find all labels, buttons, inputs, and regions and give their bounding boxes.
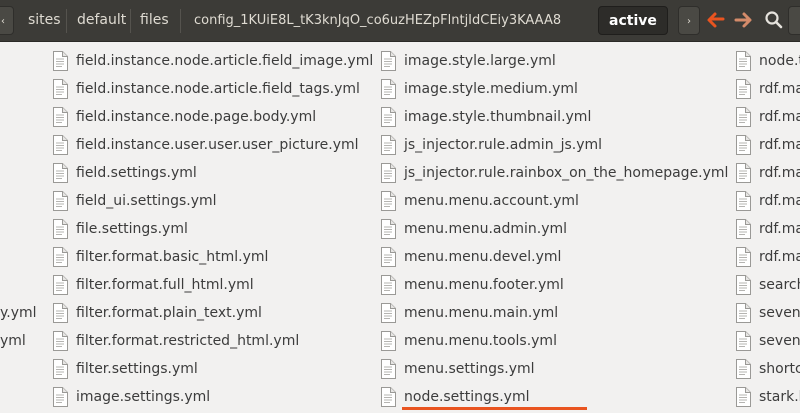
text-file-icon xyxy=(53,247,68,267)
text-file-icon xyxy=(53,219,68,239)
breadcrumb-files[interactable]: files xyxy=(140,6,169,35)
chevron-left-icon: ‹ xyxy=(1,16,5,27)
file-name: file.settings.yml xyxy=(76,221,188,237)
breadcrumb-separator xyxy=(130,9,131,33)
text-file-icon xyxy=(736,275,751,295)
file-name: image.style.medium.yml xyxy=(404,81,578,97)
text-file-icon xyxy=(736,331,751,351)
text-file-icon xyxy=(381,359,396,379)
file-name: image.style.large.yml xyxy=(404,53,556,69)
file-name: search xyxy=(759,277,800,293)
file-name: field.instance.node.article.field_tags.y… xyxy=(76,81,360,97)
file-name: filter.format.basic_html.yml xyxy=(76,249,269,265)
file-name: shortc xyxy=(759,361,800,377)
text-file-icon xyxy=(736,359,751,379)
text-file-icon xyxy=(53,331,68,351)
breadcrumb-config-folder[interactable]: config_1KUiE8L_tK3knJqO_co6uzHEZpFlntjId… xyxy=(194,6,561,35)
file-name: menu.menu.footer.yml xyxy=(404,277,564,293)
file-name: field_ui.settings.yml xyxy=(76,193,217,209)
text-file-icon xyxy=(736,51,751,71)
text-file-icon xyxy=(381,163,396,183)
text-file-icon xyxy=(53,387,68,407)
file-name: menu.menu.tools.yml xyxy=(404,333,557,349)
text-file-icon xyxy=(736,107,751,127)
file-name: image.style.thumbnail.yml xyxy=(404,109,592,125)
text-file-icon xyxy=(381,191,396,211)
text-file-icon xyxy=(53,163,68,183)
breadcrumb-default[interactable]: default xyxy=(77,6,126,35)
text-file-icon xyxy=(381,247,396,267)
partial-toolbar-button[interactable] xyxy=(788,6,800,35)
text-file-icon xyxy=(736,135,751,155)
text-file-icon xyxy=(381,107,396,127)
text-file-icon xyxy=(381,275,396,295)
text-file-icon xyxy=(381,219,396,239)
file-grid: y.yml yml field.instance.node.article.fiel… xyxy=(0,42,800,413)
text-file-icon xyxy=(53,191,68,211)
back-icon[interactable] xyxy=(705,10,725,30)
file-name: rdf.ma xyxy=(759,109,800,125)
chevron-right-icon: › xyxy=(687,16,691,27)
file-name: menu.menu.admin.yml xyxy=(404,221,568,237)
file-name: js_injector.rule.rainbox_on_the_homepage… xyxy=(404,165,729,181)
text-file-icon xyxy=(736,191,751,211)
forward-icon[interactable] xyxy=(734,10,754,30)
file-name: menu.menu.main.yml xyxy=(404,305,559,321)
text-file-icon xyxy=(53,107,68,127)
file-name: rdf.ma xyxy=(759,137,800,153)
file-name: filter.settings.yml xyxy=(76,361,198,377)
text-file-icon xyxy=(736,163,751,183)
file-name: field.settings.yml xyxy=(76,165,197,181)
text-file-icon xyxy=(381,387,396,407)
file-name: seven. xyxy=(759,333,800,349)
path-scroll-right-button[interactable]: › xyxy=(678,6,700,35)
file-name: field.instance.node.article.field_image.… xyxy=(76,53,374,69)
text-file-icon xyxy=(381,51,396,71)
text-file-icon xyxy=(736,387,751,407)
file-name: rdf.ma xyxy=(759,193,800,209)
text-file-icon xyxy=(53,303,68,323)
file-name: rdf.ma xyxy=(759,249,800,265)
file-name: image.settings.yml xyxy=(76,389,211,405)
breadcrumb-active[interactable]: active xyxy=(598,6,668,35)
file-name: node.t xyxy=(759,53,800,69)
text-file-icon xyxy=(381,135,396,155)
path-scroll-left-button[interactable]: ‹ xyxy=(0,6,14,35)
text-file-icon xyxy=(736,79,751,99)
text-file-icon xyxy=(53,135,68,155)
file-name: js_injector.rule.admin_js.yml xyxy=(404,137,603,153)
breadcrumb-sites[interactable]: sites xyxy=(28,6,61,35)
text-file-icon xyxy=(53,51,68,71)
text-file-icon xyxy=(736,303,751,323)
file-name: field.instance.node.page.body.yml xyxy=(76,109,317,125)
text-file-icon xyxy=(736,247,751,267)
file-name: filter.format.full_html.yml xyxy=(76,277,254,293)
selection-indicator xyxy=(402,407,587,410)
text-file-icon xyxy=(381,79,396,99)
text-file-icon xyxy=(381,331,396,351)
breadcrumb-separator xyxy=(66,9,67,33)
file-name: seven. xyxy=(759,305,800,321)
text-file-icon xyxy=(53,359,68,379)
file-name: menu.settings.yml xyxy=(404,361,535,377)
file-name: stark.bl xyxy=(759,389,800,405)
file-name: yml xyxy=(0,333,26,349)
file-name: rdf.ma xyxy=(759,165,800,181)
file-name: y.yml xyxy=(0,305,37,321)
file-name: menu.menu.account.yml xyxy=(404,193,579,209)
breadcrumb-separator xyxy=(180,9,181,33)
file-name: rdf.ma xyxy=(759,81,800,97)
file-name: filter.format.plain_text.yml xyxy=(76,305,262,321)
text-file-icon xyxy=(381,303,396,323)
file-name: menu.menu.devel.yml xyxy=(404,249,562,265)
path-bar: ‹ sites default files config_1KUiE8L_tK3… xyxy=(0,0,800,42)
text-file-icon xyxy=(53,79,68,99)
text-file-icon xyxy=(53,275,68,295)
file-name: rdf.ma xyxy=(759,221,800,237)
text-file-icon xyxy=(736,219,751,239)
file-name: field.instance.user.user.user_picture.ym… xyxy=(76,137,359,153)
search-icon[interactable] xyxy=(764,10,784,30)
file-name: filter.format.restricted_html.yml xyxy=(76,333,300,349)
